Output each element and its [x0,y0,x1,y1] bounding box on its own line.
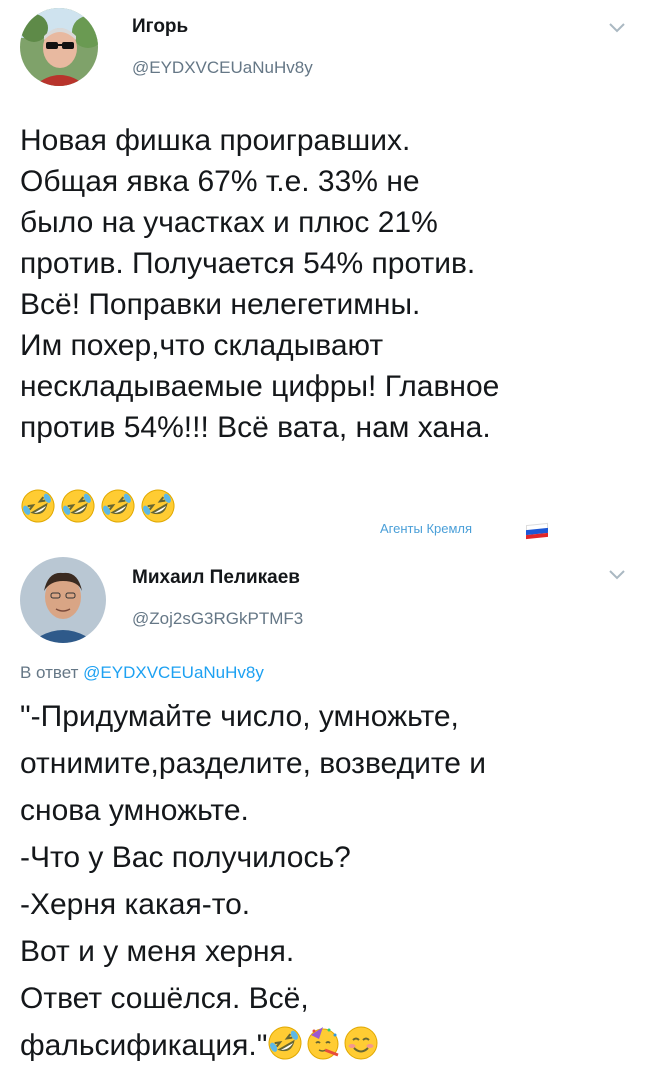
emoji-row [20,488,176,524]
tweet-text: Новая фишка проигравших. Общая явка 67% … [20,124,500,444]
tweet-text-content: "-Придумайте число, умножьте, отнимите,р… [20,700,487,1062]
tweet: Михаил Пеликаев @Zoj2sG3RGkPTMF3 В ответ… [0,545,650,1080]
rolling-on-floor-laughing-icon [141,489,175,523]
tweet-text: "-Придумайте число, умножьте, отнимите,р… [20,693,630,1069]
rolling-on-floor-laughing-icon [101,489,135,523]
russian-flag-icon [526,522,548,540]
author-handle[interactable]: @EYDXVCEUaNuHv8y [132,58,313,78]
smiling-face-with-smiling-eyes-icon [344,1026,378,1060]
chevron-down-icon[interactable] [608,22,626,34]
reply-to-line: В ответ @EYDXVCEUaNuHv8y [20,663,264,683]
avatar[interactable] [20,557,106,643]
reply-handle-link[interactable]: @EYDXVCEUaNuHv8y [83,663,264,682]
inline-emojis [267,1025,379,1061]
face-with-party-horn-icon [307,1027,339,1060]
watermark-text: Агенты Кремля [380,521,473,536]
rolling-on-floor-laughing-icon [268,1026,302,1060]
rolling-on-floor-laughing-icon [21,489,55,523]
author-name[interactable]: Игорь [132,16,188,38]
rolling-on-floor-laughing-icon [61,489,95,523]
tweet: Игорь @EYDXVCEUaNuHv8y Новая фишка проиг… [0,0,650,545]
author-name[interactable]: Михаил Пеликаев [132,567,300,589]
avatar[interactable] [20,8,98,86]
author-handle[interactable]: @Zoj2sG3RGkPTMF3 [132,609,303,629]
chevron-down-icon[interactable] [608,569,626,581]
reply-prefix: В ответ [20,663,84,682]
